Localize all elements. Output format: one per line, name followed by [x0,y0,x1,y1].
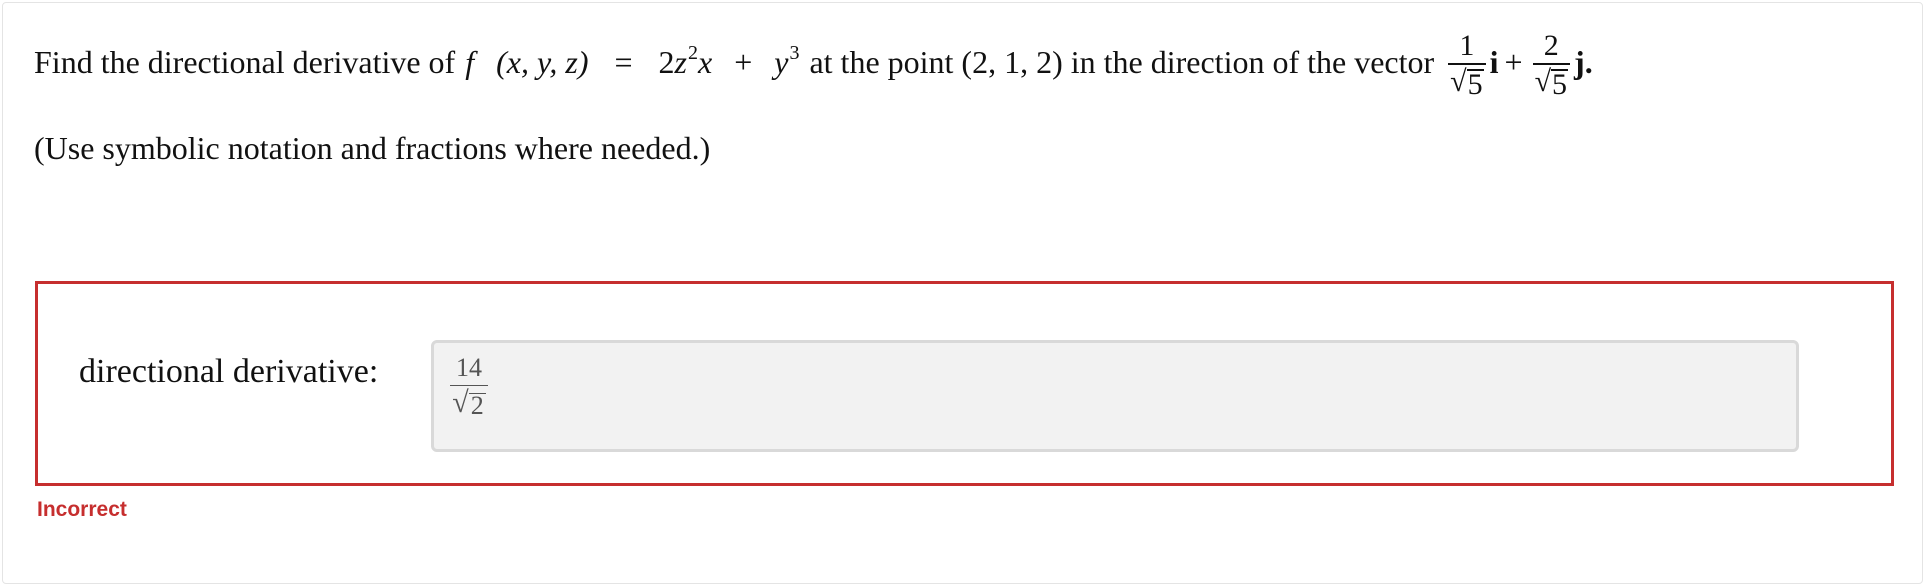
function-args: (x, y, z) [496,43,589,80]
expr-exponent-y: 3 [789,41,800,64]
status-message: Incorrect [37,498,127,521]
answer-radicand: 2 [468,391,486,420]
question-middle: at the point (2, 1, 2) in the direction … [809,43,1435,80]
answer-denominator: √ 2 [452,386,486,420]
vector-plus: + [1504,43,1523,80]
vector-i-radicand: 5 [1466,68,1484,101]
vector-i-coefficient: 1 √ 5 [1448,29,1486,101]
answer-label: directional derivative: [79,353,379,390]
radical-icon: √ [1534,65,1552,98]
answer-box: directional derivative: 14 √ 2 [35,281,1894,486]
answer-numerator: 14 [456,353,482,382]
vector-i-denominator: √ 5 [1448,65,1485,101]
instruction-note: (Use symbolic notation and fractions whe… [34,130,711,166]
question-text: Find the directional derivative of f (x,… [34,22,1593,102]
expr-var-z: z [674,43,687,80]
answer-value: 14 √ 2 [450,353,488,420]
expr-exponent-z: 2 [688,41,698,64]
function-name: f [465,43,475,80]
vector-j-radicand: 5 [1551,68,1569,101]
unit-vector-j: j [1574,43,1585,80]
question-lead: Find the directional derivative of [34,43,456,80]
vector-j-numerator: 2 [1543,29,1559,62]
expr-var-y: y [774,43,789,80]
radical-icon: √ [1450,65,1467,98]
expr-var-x: x [698,43,713,80]
function-definition: f (x, y, z) = 2z2x + y3 [465,41,800,81]
expr-plus: + [734,43,753,80]
answer-input[interactable]: 14 √ 2 [431,340,1799,452]
equals-sign: = [614,43,633,80]
radical-icon: √ [452,386,469,419]
expr-coefficient: 2 [658,43,675,80]
unit-vector-i: i [1489,43,1499,80]
vector-j-coefficient: 2 √ 5 [1532,29,1571,101]
end-punctuation: . [1584,43,1593,80]
vector-j-denominator: √ 5 [1533,65,1570,101]
vector-i-numerator: 1 [1459,29,1475,62]
